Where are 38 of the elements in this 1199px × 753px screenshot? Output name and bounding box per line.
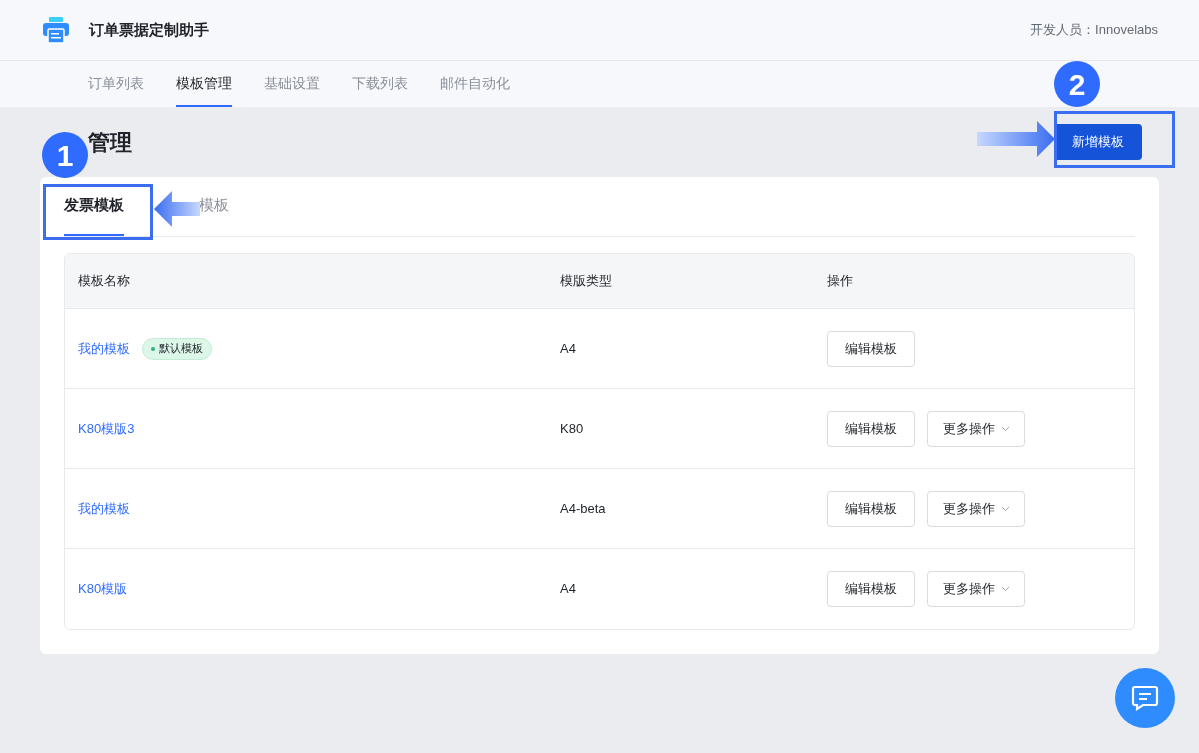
nav-tab[interactable]: 模板管理 bbox=[176, 61, 232, 107]
app-title: 订单票据定制助手 bbox=[89, 19, 209, 40]
edit-template-button[interactable]: 编辑模板 bbox=[827, 571, 915, 607]
template-type: A4-beta bbox=[560, 499, 607, 518]
arrow-right-icon bbox=[977, 121, 1055, 157]
template-name-link[interactable]: 我的模板 bbox=[78, 338, 130, 359]
more-actions-button[interactable]: 更多操作 bbox=[927, 571, 1025, 607]
template-type: A4 bbox=[560, 339, 577, 358]
template-type: A4 bbox=[560, 580, 577, 599]
chat-icon bbox=[1131, 685, 1159, 711]
column-header: 模板名称 bbox=[78, 272, 131, 291]
template-name-link[interactable]: K80模版 bbox=[78, 579, 128, 599]
column-header: 模版类型 bbox=[560, 272, 613, 291]
default-badge: 默认模板 bbox=[142, 337, 212, 360]
printer-icon bbox=[41, 15, 71, 45]
edit-template-button[interactable]: 编辑模板 bbox=[827, 410, 915, 447]
chevron-down-icon bbox=[1000, 586, 1010, 592]
chat-button[interactable] bbox=[1115, 668, 1175, 728]
column-header: 操作 bbox=[827, 272, 853, 291]
page-title: 管理 bbox=[88, 128, 132, 157]
template-name-link[interactable]: 我的模板 bbox=[78, 498, 130, 519]
nav-tab[interactable]: 邮件自动化 bbox=[440, 61, 510, 107]
arrow-left-icon bbox=[154, 191, 200, 227]
template-tab[interactable]: 模板 bbox=[199, 177, 229, 236]
nav-tab[interactable]: 订单列表 bbox=[88, 61, 144, 107]
template-name-link[interactable]: K80模版3 bbox=[78, 418, 135, 439]
nav-tab[interactable]: 基础设置 bbox=[264, 61, 320, 107]
chevron-down-icon bbox=[1000, 505, 1010, 512]
add-template-button[interactable]: 新增模板 bbox=[1054, 124, 1142, 160]
developer-label: 开发人员：Innovelabs bbox=[1030, 21, 1158, 40]
more-actions-button[interactable]: 更多操作 bbox=[927, 490, 1025, 527]
chevron-down-icon bbox=[1000, 425, 1010, 432]
template-type: K80 bbox=[560, 419, 585, 438]
more-actions-button[interactable]: 更多操作 bbox=[927, 410, 1025, 447]
dot-icon bbox=[151, 346, 155, 351]
edit-template-button[interactable]: 编辑模板 bbox=[827, 490, 915, 527]
step-badge: 1 bbox=[42, 132, 88, 178]
edit-template-button[interactable]: 编辑模板 bbox=[827, 330, 915, 367]
